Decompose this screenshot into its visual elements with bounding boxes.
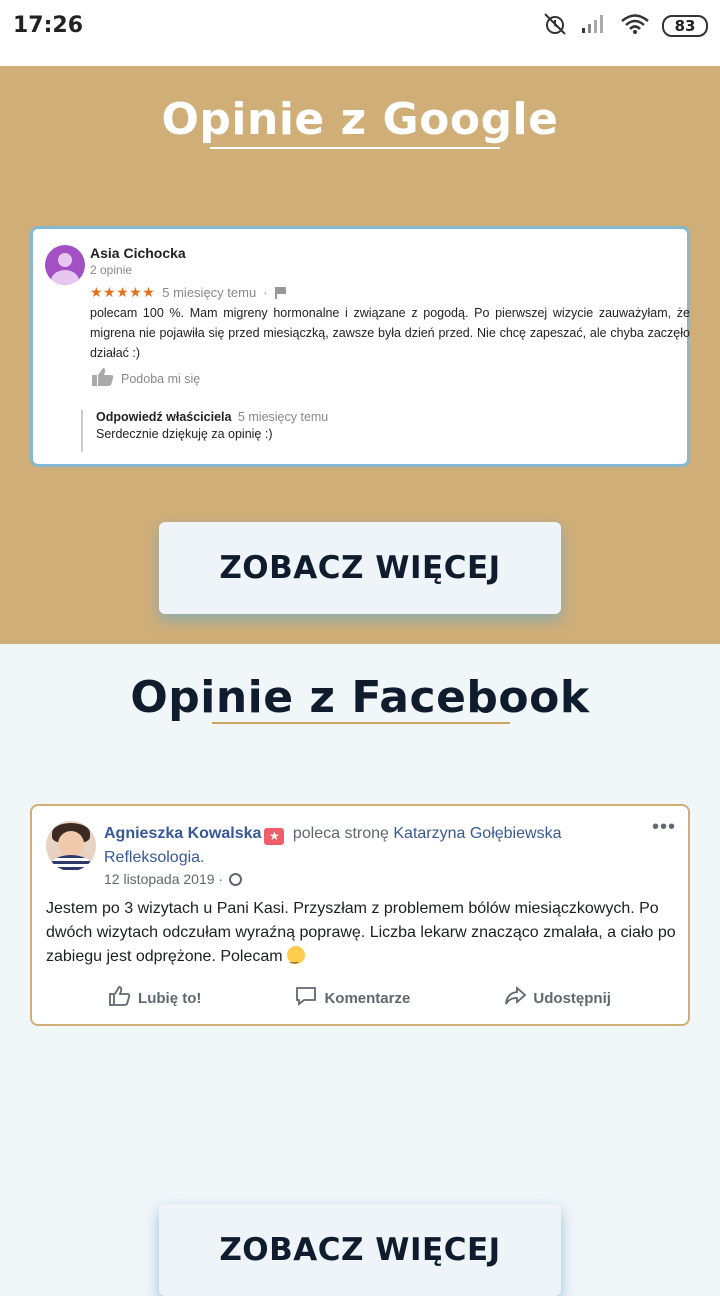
status-bar: 17:26 83: [0, 0, 720, 66]
like-label: Podoba mi się: [121, 371, 201, 386]
star-rating: ★★★★★: [90, 284, 156, 300]
recommends-text: poleca stronę: [292, 825, 389, 842]
reviewer-name[interactable]: Agnieszka Kowalska: [104, 825, 261, 842]
review-text: polecam 100 %. Mam migreny hormonalne i …: [90, 306, 690, 360]
like-button[interactable]: Podoba mi się: [91, 367, 200, 390]
share-label: Udostępnij: [533, 989, 611, 1007]
like-label: Lubię to!: [138, 989, 202, 1007]
reviewer-name[interactable]: Asia Cichocka: [90, 245, 186, 261]
facebook-section-title: Opinie z Facebook: [130, 672, 590, 723]
facebook-review-card: Agnieszka Kowalska ★ poleca stronę Katarz…: [30, 804, 690, 1026]
owner-reply: Odpowiedź właściciela 5 miesięcy temu Se…: [81, 410, 681, 452]
review-text: Jestem po 3 wizytach u Pani Kasi. Przysz…: [46, 900, 676, 965]
review-header: Agnieszka Kowalska ★ poleca stronę Katarz…: [104, 822, 644, 870]
google-reviews-section: Opinie z Google Asia Cichocka 2 opinie ★…: [0, 66, 720, 644]
avatar[interactable]: [46, 821, 96, 871]
flag-icon[interactable]: [274, 287, 286, 299]
signal-icon: [580, 13, 608, 40]
comment-button[interactable]: Komentarze: [295, 986, 410, 1010]
thumbs-up-icon: [91, 367, 115, 390]
review-date: 12 listopada 2019 ·: [104, 871, 243, 887]
review-time: 5 miesięcy temu: [162, 285, 257, 300]
owner-reply-text: Serdecznie dziękuję za opinię :): [96, 427, 273, 441]
wifi-icon: [620, 13, 650, 40]
status-time: 17:26: [13, 13, 84, 38]
see-more-facebook-button[interactable]: ZOBACZ WIĘCEJ: [159, 1204, 561, 1296]
rating-row: ★★★★★ 5 miesięcy temu ·: [90, 284, 286, 301]
separator: ·: [263, 285, 268, 300]
see-more-google-button[interactable]: ZOBACZ WIĘCEJ: [159, 522, 561, 614]
thumbs-up-icon: [109, 986, 131, 1010]
owner-reply-label: Odpowiedź właściciela: [96, 410, 232, 424]
status-icons: 83: [542, 12, 708, 40]
comment-label: Komentarze: [324, 989, 411, 1007]
share-icon: [504, 986, 527, 1010]
wink-emoji-icon: [287, 946, 306, 971]
review-date-text: 12 listopada 2019 ·: [104, 871, 224, 887]
google-review-card: Asia Cichocka 2 opinie ★★★★★ 5 miesięcy …: [30, 226, 690, 467]
review-text-block: Jestem po 3 wizytach u Pani Kasi. Przysz…: [46, 897, 678, 971]
battery-indicator: 83: [662, 15, 708, 37]
comment-icon: [295, 986, 317, 1010]
facebook-reviews-section: Opinie z Facebook Agnieszka Kowalska ★ po…: [0, 644, 720, 1296]
globe-icon: [229, 872, 243, 886]
more-options-icon[interactable]: •••: [652, 816, 676, 839]
review-count: 2 opinie: [90, 263, 133, 277]
title-underline: [210, 147, 500, 149]
google-section-title: Opinie z Google: [161, 94, 559, 145]
review-actions: Lubię to! Komentarze Udostępnij: [32, 986, 688, 1010]
owner-reply-time: 5 miesięcy temu: [237, 410, 329, 424]
recommend-icon: ★: [264, 828, 285, 845]
title-underline: [212, 722, 510, 724]
share-button[interactable]: Udostępnij: [504, 986, 611, 1010]
like-button[interactable]: Lubię to!: [109, 986, 201, 1010]
avatar: [45, 245, 85, 285]
alarm-off-icon: [542, 12, 568, 41]
